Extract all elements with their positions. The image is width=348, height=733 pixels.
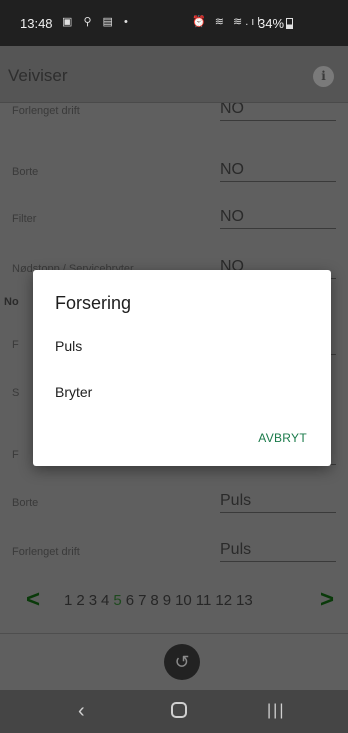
- page-number[interactable]: 12: [215, 592, 232, 609]
- page-numbers: 1 2 3 4 5 6 7 8 9 10 11 12 13: [64, 592, 257, 609]
- page-number[interactable]: 1: [64, 592, 72, 609]
- row-label: Forlenget drift: [12, 546, 80, 558]
- page-navigation: < 1 2 3 4 5 6 7 8 9 10 11 12 13 >: [0, 586, 348, 626]
- page-number[interactable]: 7: [138, 592, 146, 609]
- info-icon[interactable]: i: [313, 66, 334, 87]
- forsering-dialog: Forsering Puls Bryter AVBRYT: [33, 270, 331, 466]
- list-item[interactable]: Borte NO: [0, 142, 348, 190]
- row-label: Filter: [12, 213, 37, 225]
- cancel-button[interactable]: AVBRYT: [258, 431, 307, 445]
- previous-page-button[interactable]: <: [26, 586, 40, 614]
- status-bar: 13:48 ▣ ⚲ ▤ • ⏰ ≋ ≋.ıl 34%: [0, 0, 348, 46]
- page-number[interactable]: 5: [113, 592, 121, 609]
- dialog-option-puls[interactable]: Puls: [55, 338, 82, 354]
- row-label: S: [12, 387, 20, 399]
- next-page-button[interactable]: >: [320, 586, 334, 614]
- page-number[interactable]: 8: [150, 592, 158, 609]
- page-number[interactable]: 2: [76, 592, 84, 609]
- row-label: F: [12, 449, 19, 461]
- row-value[interactable]: NO: [220, 161, 336, 182]
- row-label: Forlenget drift: [12, 105, 80, 117]
- nav-back-icon[interactable]: ‹: [78, 700, 85, 723]
- page-number[interactable]: 4: [101, 592, 109, 609]
- app-bar: Veiviser i: [0, 46, 348, 103]
- row-value[interactable]: Puls: [220, 541, 336, 562]
- row-value[interactable]: Puls: [220, 492, 336, 513]
- nav-recent-apps-icon[interactable]: |||: [267, 702, 285, 720]
- back-button[interactable]: ↺: [164, 644, 200, 680]
- section-title: No: [4, 296, 19, 308]
- signal-icons: ⏰ ≋ ≋.ıl: [192, 16, 263, 28]
- nav-home-icon[interactable]: [171, 702, 187, 718]
- list-item[interactable]: Forlenget drift NO: [0, 103, 348, 129]
- battery-icon: [286, 18, 294, 29]
- dialog-title: Forsering: [55, 293, 132, 313]
- page-number[interactable]: 10: [175, 592, 192, 609]
- row-label: Borte: [12, 497, 39, 509]
- battery-percent: 34%: [258, 16, 285, 31]
- list-item[interactable]: Forlenget drift Puls: [0, 522, 348, 570]
- battery-indicator: 34%: [258, 16, 294, 31]
- row-value[interactable]: NO: [220, 103, 336, 121]
- notification-icons: ▣ ⚲ ▤ •: [62, 16, 132, 28]
- page-number[interactable]: 9: [163, 592, 171, 609]
- page-title: Veiviser: [8, 66, 68, 85]
- list-item[interactable]: Filter NO: [0, 189, 348, 237]
- row-label: F: [12, 339, 19, 351]
- row-value[interactable]: NO: [220, 208, 336, 229]
- page-number[interactable]: 13: [236, 592, 253, 609]
- page-number[interactable]: 11: [196, 592, 212, 609]
- system-nav-bar: ‹ |||: [0, 690, 348, 733]
- row-label: Borte: [12, 166, 39, 178]
- list-item[interactable]: Borte Puls: [0, 473, 348, 521]
- page-number[interactable]: 6: [126, 592, 134, 609]
- dialog-option-bryter[interactable]: Bryter: [55, 384, 92, 400]
- status-time: 13:48: [20, 16, 53, 31]
- page-number[interactable]: 3: [89, 592, 97, 609]
